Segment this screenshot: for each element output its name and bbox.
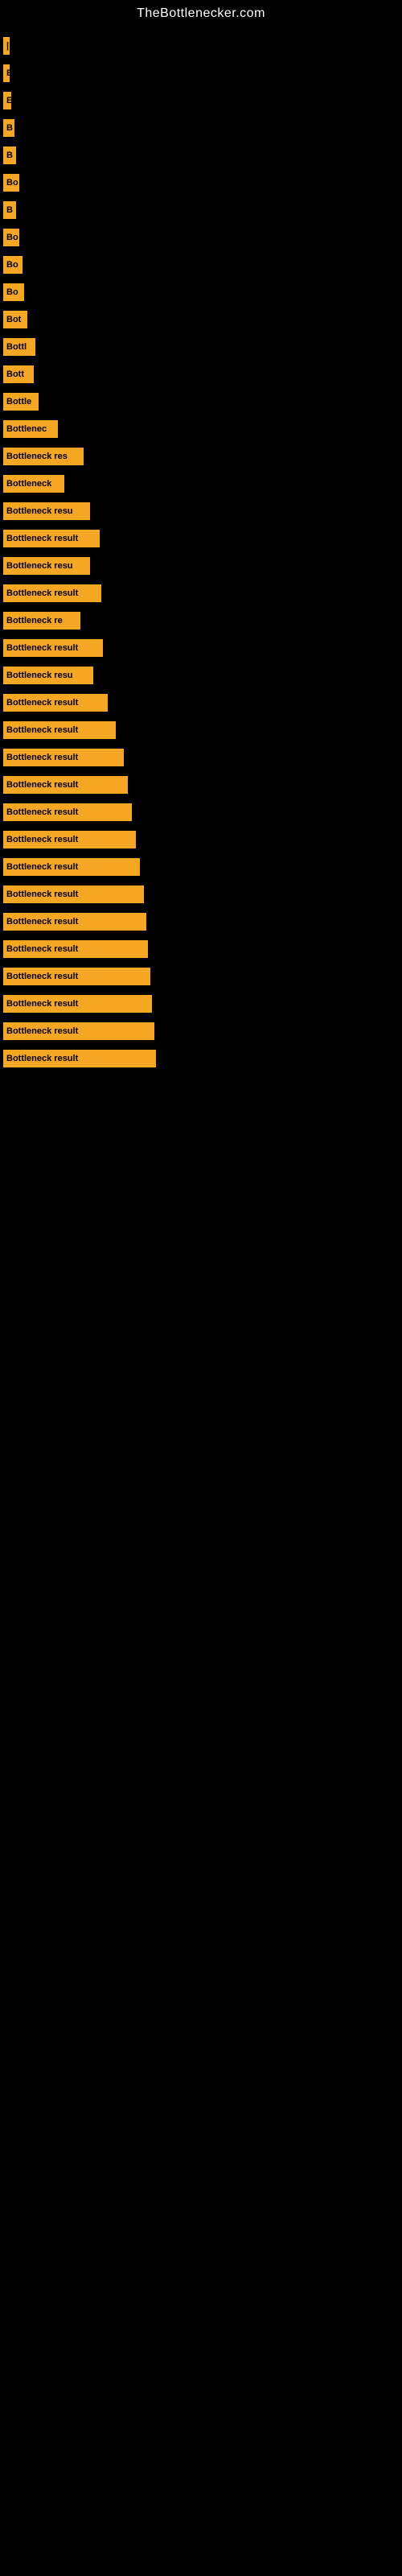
bar-label: Bottle <box>3 393 39 411</box>
bar-row: Bottleneck re <box>3 612 402 630</box>
bar-row: Bottleneck result <box>3 1050 402 1067</box>
bar-row: Bott <box>3 365 402 383</box>
bar-label: Bo <box>3 174 19 192</box>
bar-label: Bo <box>3 229 19 246</box>
bar-row: Bottleneck resu <box>3 557 402 575</box>
bar-label: Bottleneck result <box>3 1022 154 1040</box>
bar-row: Bottleneck resu <box>3 667 402 684</box>
bar-label: Bottleneck resu <box>3 502 90 520</box>
bar-label: Bottleneck result <box>3 858 140 876</box>
bar-label: Bot <box>3 311 27 328</box>
bar-row: Bottleneck result <box>3 749 402 766</box>
bar-row: Bottle <box>3 393 402 411</box>
bar-row: Bo <box>3 229 402 246</box>
bar-label: | <box>3 37 10 55</box>
bar-label: B <box>3 147 16 164</box>
site-title: TheBottlenecker.com <box>0 0 402 24</box>
bar-label: Bottleneck result <box>3 776 128 794</box>
bar-row: Bottl <box>3 338 402 356</box>
bar-row: | <box>3 37 402 55</box>
bar-row: Bottleneck resu <box>3 502 402 520</box>
bar-label: Bottleneck re <box>3 612 80 630</box>
bar-row: Bottleneck result <box>3 831 402 848</box>
bar-label: Bottleneck result <box>3 639 103 657</box>
bar-label: Bo <box>3 283 24 301</box>
bar-row: Bot <box>3 311 402 328</box>
bar-label: E <box>3 64 10 82</box>
bar-label: Bottlenec <box>3 420 58 438</box>
bar-row: Bottleneck result <box>3 1022 402 1040</box>
bar-row: Bottleneck result <box>3 584 402 602</box>
bar-row: Bo <box>3 174 402 192</box>
bar-row: Bottleneck res <box>3 448 402 465</box>
bar-row: E <box>3 92 402 109</box>
bar-label: Bo <box>3 256 23 274</box>
bar-label: Bottleneck result <box>3 721 116 739</box>
bar-row: Bottleneck result <box>3 694 402 712</box>
bar-row: Bottleneck result <box>3 886 402 903</box>
bar-label: B <box>3 201 16 219</box>
bar-label: Bottleneck result <box>3 968 150 985</box>
bar-row: B <box>3 119 402 137</box>
bar-row: Bottleneck result <box>3 530 402 547</box>
bar-label: Bottleneck result <box>3 995 152 1013</box>
bar-row: B <box>3 147 402 164</box>
bar-label: Bottleneck result <box>3 913 146 931</box>
bar-row: Bottleneck result <box>3 940 402 958</box>
bar-label: Bott <box>3 365 34 383</box>
bar-row: Bo <box>3 256 402 274</box>
bar-label: Bottleneck result <box>3 886 144 903</box>
bar-label: Bottleneck result <box>3 749 124 766</box>
bar-label: B <box>3 119 14 137</box>
bar-row: E <box>3 64 402 82</box>
bar-row: Bottleneck result <box>3 803 402 821</box>
bar-label: Bottleneck res <box>3 448 84 465</box>
bar-label: Bottleneck result <box>3 803 132 821</box>
bar-label: Bottleneck resu <box>3 667 93 684</box>
bar-row: Bo <box>3 283 402 301</box>
bar-label: Bottleneck <box>3 475 64 493</box>
bar-row: B <box>3 201 402 219</box>
bar-label: E <box>3 92 11 109</box>
bar-row: Bottleneck result <box>3 639 402 657</box>
bar-row: Bottleneck result <box>3 721 402 739</box>
bar-label: Bottleneck result <box>3 584 101 602</box>
bar-chart: |EEBBBoBBoBoBoBotBottlBottBottleBottlene… <box>0 32 402 1072</box>
bar-row: Bottleneck result <box>3 776 402 794</box>
bar-row: Bottleneck result <box>3 968 402 985</box>
bar-row: Bottleneck result <box>3 913 402 931</box>
bar-row: Bottleneck <box>3 475 402 493</box>
bar-row: Bottlenec <box>3 420 402 438</box>
bar-label: Bottleneck result <box>3 831 136 848</box>
bar-label: Bottleneck result <box>3 530 100 547</box>
bar-label: Bottleneck result <box>3 940 148 958</box>
bar-label: Bottleneck resu <box>3 557 90 575</box>
bar-row: Bottleneck result <box>3 858 402 876</box>
bar-label: Bottl <box>3 338 35 356</box>
bar-label: Bottleneck result <box>3 694 108 712</box>
bar-label: Bottleneck result <box>3 1050 156 1067</box>
bar-row: Bottleneck result <box>3 995 402 1013</box>
